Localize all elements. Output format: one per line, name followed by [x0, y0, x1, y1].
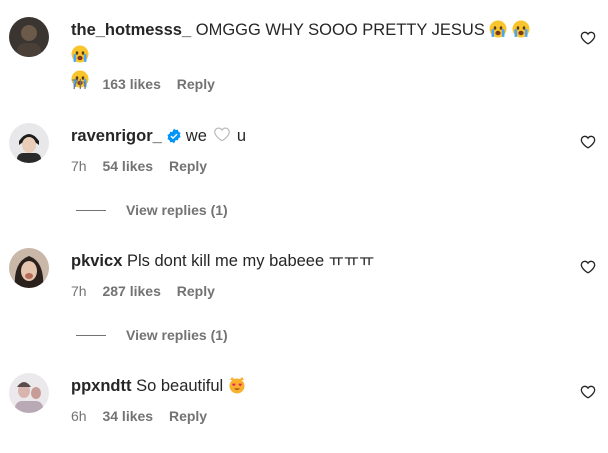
username[interactable]: the_hotmesss_: [71, 21, 191, 39]
comment-body-start: we: [185, 127, 207, 145]
likes-count[interactable]: 163 likes: [102, 76, 160, 92]
comment-meta: 7h 287 likes Reply: [71, 283, 227, 299]
comment-body: So beautiful: [136, 377, 224, 395]
comment-time[interactable]: 7h: [71, 158, 87, 174]
likes-count[interactable]: 287 likes: [102, 283, 160, 299]
reply-button[interactable]: Reply: [169, 158, 207, 174]
smiling-cat-with-heart-eyes-icon: [228, 376, 246, 400]
username[interactable]: ravenrigor_: [71, 127, 162, 145]
like-heart-icon[interactable]: [580, 134, 596, 150]
view-replies-button[interactable]: View replies (1): [76, 327, 228, 343]
comment-text: ravenrigor_ we u: [71, 125, 551, 150]
likes-count[interactable]: 34 likes: [102, 408, 153, 424]
username[interactable]: ppxndtt: [71, 377, 131, 395]
loudly-crying-face-icon: [489, 20, 507, 44]
comment-body: Pls dont kill me my babeee ㅠㅠㅠ: [126, 252, 375, 270]
like-heart-icon[interactable]: [580, 384, 596, 400]
comment-text: pkvicx Pls dont kill me my babeee ㅠㅠㅠ: [71, 250, 551, 272]
avatar[interactable]: [9, 248, 49, 288]
reply-button[interactable]: Reply: [177, 76, 215, 92]
avatar[interactable]: [9, 123, 49, 163]
view-replies-label[interactable]: View replies (1): [126, 202, 228, 218]
comment-body: OMGGG WHY SOOO PRETTY JESUS: [195, 21, 485, 39]
comment-meta: 6h 34 likes Reply: [71, 408, 219, 424]
username[interactable]: pkvicx: [71, 252, 122, 270]
comment-time[interactable]: 6h: [71, 408, 87, 424]
comment-time[interactable]: 7h: [71, 76, 87, 92]
view-replies-button[interactable]: View replies (1): [76, 202, 228, 218]
comment-text: ppxndtt So beautiful: [71, 375, 551, 400]
comment-meta: 7h 163 likes Reply: [71, 76, 227, 92]
like-heart-icon[interactable]: [580, 30, 596, 46]
verified-badge-icon: [166, 128, 182, 150]
like-heart-icon[interactable]: [580, 259, 596, 275]
white-heart-icon: [213, 127, 231, 149]
reply-button[interactable]: Reply: [169, 408, 207, 424]
loudly-crying-face-icon: [512, 20, 530, 44]
loudly-crying-face-icon: [71, 45, 89, 69]
replies-divider: [76, 209, 106, 211]
comment-meta: 7h 54 likes Reply: [71, 158, 219, 174]
comment-body-end: u: [236, 127, 247, 145]
likes-count[interactable]: 54 likes: [102, 158, 153, 174]
replies-divider: [76, 334, 106, 336]
comment-time[interactable]: 7h: [71, 283, 87, 299]
reply-button[interactable]: Reply: [177, 283, 215, 299]
view-replies-label[interactable]: View replies (1): [126, 327, 228, 343]
avatar[interactable]: [9, 17, 49, 57]
avatar[interactable]: [9, 373, 49, 413]
